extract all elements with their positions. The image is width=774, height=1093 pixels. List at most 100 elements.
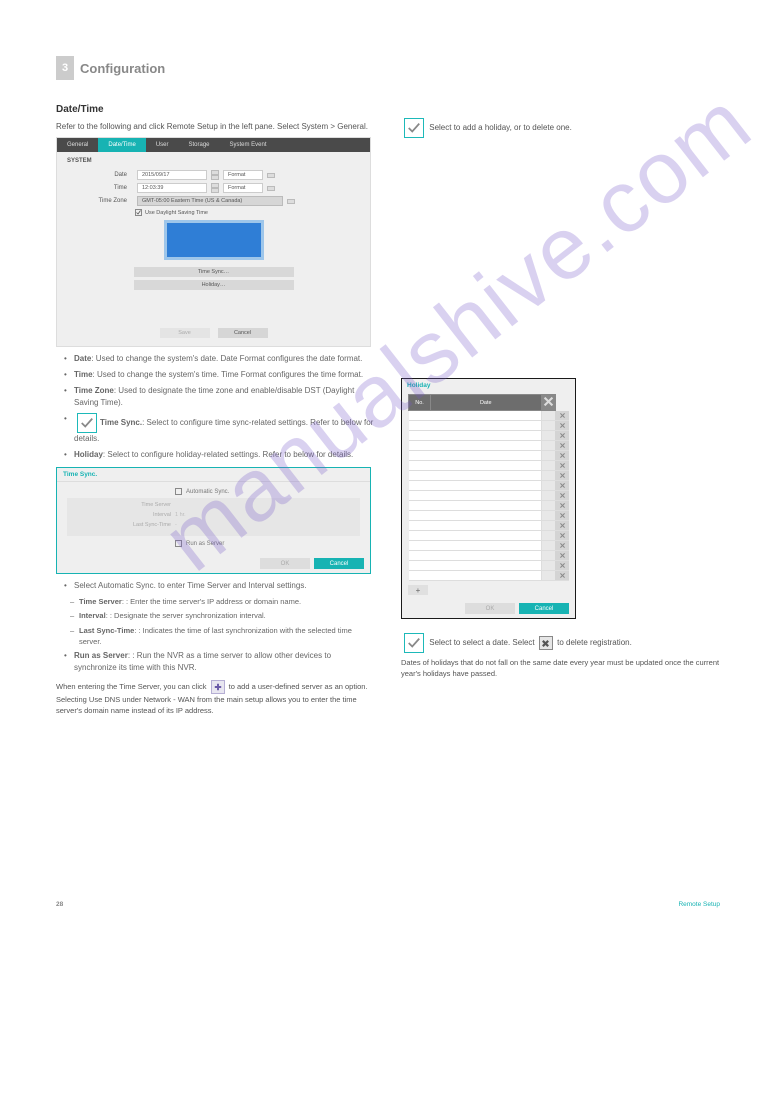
delete-row-button[interactable]: [555, 451, 569, 461]
time-server-note: When entering the Time Server, you can c…: [56, 680, 375, 717]
ok-button[interactable]: OK: [260, 558, 310, 569]
world-map[interactable]: [164, 220, 264, 260]
delete-row-button[interactable]: [555, 571, 569, 581]
delete-row-button[interactable]: [555, 411, 569, 421]
date-dropdown[interactable]: [541, 571, 555, 581]
dst-checkbox[interactable]: [135, 209, 142, 216]
tab-general[interactable]: General: [57, 138, 98, 152]
date-dropdown[interactable]: [541, 441, 555, 451]
table-row: [409, 431, 570, 441]
date-dropdown[interactable]: [541, 531, 555, 541]
run-as-server-label: Run as Server: [186, 541, 224, 547]
ok-button[interactable]: OK: [465, 603, 515, 614]
col-date: Date: [431, 395, 542, 411]
plus-icon: [211, 680, 225, 694]
date-dropdown[interactable]: [541, 411, 555, 421]
table-row: [409, 541, 570, 551]
table-row: [409, 421, 570, 431]
check-icon: [404, 633, 424, 653]
cancel-button[interactable]: Cancel: [314, 558, 364, 569]
time-format-select[interactable]: Format: [223, 183, 263, 193]
table-row: [409, 451, 570, 461]
dialog-title-holiday: Holiday: [402, 379, 575, 392]
tab-bar: General Date/Time User Storage System Ev…: [57, 138, 370, 152]
cancel-button[interactable]: Cancel: [218, 328, 268, 338]
time-sync-button[interactable]: Time Sync…: [134, 267, 294, 277]
holiday-button[interactable]: Holiday…: [134, 280, 294, 290]
delete-row-button[interactable]: [555, 421, 569, 431]
table-row: [409, 561, 570, 571]
bullet-list-1: Date: Used to change the system's date. …: [64, 353, 375, 461]
date-dropdown[interactable]: [541, 491, 555, 501]
date-dropdown[interactable]: [541, 451, 555, 461]
check-icon: [404, 118, 424, 138]
check-icon: [77, 413, 97, 433]
chapter-header: 3 Configuration: [56, 56, 720, 80]
tab-system-event[interactable]: System Event: [220, 138, 277, 152]
run-as-server-checkbox[interactable]: [175, 540, 182, 547]
delete-row-button[interactable]: [555, 441, 569, 451]
delete-row-button[interactable]: [555, 491, 569, 501]
date-dropdown[interactable]: [541, 481, 555, 491]
date-dropdown[interactable]: [541, 541, 555, 551]
delete-row-button[interactable]: [555, 481, 569, 491]
table-row: [409, 511, 570, 521]
date-input[interactable]: 2015/09/17: [137, 170, 207, 180]
delete-icon: [539, 636, 553, 650]
table-row: [409, 571, 570, 581]
col-delete[interactable]: [541, 395, 555, 411]
save-button[interactable]: Save: [160, 328, 210, 338]
cancel-button[interactable]: Cancel: [519, 603, 569, 614]
interval-value: 1 hr.: [175, 512, 186, 518]
date-dropdown[interactable]: [541, 511, 555, 521]
delete-row-button[interactable]: [555, 531, 569, 541]
date-dropdown[interactable]: [541, 431, 555, 441]
date-dropdown[interactable]: [541, 471, 555, 481]
delete-row-button[interactable]: [555, 521, 569, 531]
delete-row-button[interactable]: [555, 501, 569, 511]
delete-row-button[interactable]: [555, 431, 569, 441]
time-zone-select[interactable]: GMT-05:00 Eastern Time (US & Canada): [137, 196, 283, 206]
delete-row-button[interactable]: [555, 471, 569, 481]
dst-label: Use Daylight Saving Time: [145, 210, 208, 216]
time-label: Time: [67, 185, 127, 191]
delete-row-button[interactable]: [555, 551, 569, 561]
time-zone-label: Time Zone: [67, 198, 127, 204]
date-dropdown[interactable]: [541, 501, 555, 511]
automatic-sync-checkbox[interactable]: [175, 488, 182, 495]
delete-row-button[interactable]: [555, 461, 569, 471]
time-input[interactable]: 12:03:39: [137, 183, 207, 193]
date-dropdown[interactable]: [541, 421, 555, 431]
date-dropdown[interactable]: [541, 521, 555, 531]
screenshot-date-time-panel: General Date/Time User Storage System Ev…: [56, 137, 371, 347]
tab-date-time[interactable]: Date/Time: [98, 138, 145, 152]
date-dropdown[interactable]: [541, 461, 555, 471]
delete-row-button[interactable]: [555, 511, 569, 521]
add-holiday-button[interactable]: +: [408, 585, 428, 595]
tab-storage[interactable]: Storage: [178, 138, 219, 152]
delete-row-button[interactable]: [555, 541, 569, 551]
intro-text: Refer to the following and click Remote …: [56, 121, 375, 133]
tab-user[interactable]: User: [146, 138, 179, 152]
table-row: [409, 531, 570, 541]
last-sync-label: Last Sync-Time: [75, 522, 171, 528]
date-format-chevron[interactable]: [267, 173, 275, 178]
table-row: [409, 551, 570, 561]
date-format-select[interactable]: Format: [223, 170, 263, 180]
screenshot-holiday-dialog: Holiday No. Date: [401, 378, 576, 619]
time-format-chevron[interactable]: [267, 186, 275, 191]
col-no: No.: [409, 395, 431, 411]
delete-row-button[interactable]: [555, 561, 569, 571]
panel-title-system: SYSTEM: [67, 158, 360, 164]
dialog-title-time-sync: Time Sync.: [57, 468, 370, 482]
date-stepper[interactable]: [211, 170, 219, 180]
table-row: [409, 501, 570, 511]
time-stepper[interactable]: [211, 183, 219, 193]
time-zone-chevron[interactable]: [287, 199, 295, 204]
table-row: [409, 471, 570, 481]
date-dropdown[interactable]: [541, 561, 555, 571]
time-server-label: Time Server: [75, 502, 171, 508]
table-row: [409, 521, 570, 531]
page-footer: 28 Remote Setup: [56, 901, 720, 908]
date-dropdown[interactable]: [541, 551, 555, 561]
